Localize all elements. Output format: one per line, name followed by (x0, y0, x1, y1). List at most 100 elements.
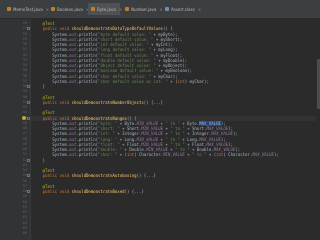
code-token: MAX_VALUE (206, 126, 229, 131)
file-type-icon (51, 7, 55, 11)
code-token: System. (33, 141, 70, 147)
code-token: shouldDemonstrateAutoboxing (71, 173, 137, 179)
code-token: System. (33, 126, 70, 131)
code-token: System. (33, 52, 70, 58)
code-token: + Double. (189, 147, 214, 152)
code-token: + Integer. (114, 131, 142, 137)
code-token: System. (33, 152, 70, 158)
code-token: public void (42, 189, 72, 194)
code-token: "boolean default value: " (98, 68, 159, 74)
fold-toggle-icon[interactable] (27, 100, 30, 104)
code-token: shouldDemonstrateDataTypeDefaultValues (71, 26, 164, 32)
code-token: ) Character. (134, 152, 164, 158)
file-type-icon (125, 7, 129, 11)
code-token: + Short. (184, 126, 207, 131)
code-token: } (33, 84, 46, 89)
code-token: + Double. (122, 147, 147, 152)
code-token: + myChar); (151, 73, 178, 79)
code-token: .println( (76, 68, 99, 74)
code-token: ); (228, 126, 233, 131)
code-token: "int: " (98, 131, 115, 137)
code-token: + myBoolean); (158, 68, 192, 74)
code-token: "char: " (98, 152, 118, 158)
code-token: " to " (165, 136, 180, 142)
code-token: shouldDemonstrateBoxed (71, 189, 125, 194)
code-token: () {...} (136, 173, 156, 179)
code-token: () { (163, 26, 173, 32)
code-token: ) myChar); (184, 78, 209, 84)
code-token: + myInt); (148, 42, 173, 47)
code-token: + myByte); (151, 31, 178, 37)
close-icon[interactable]: × (198, 7, 201, 12)
code-token: System. (33, 36, 70, 42)
tab-label: Byte.java (97, 6, 116, 12)
code-token: } (33, 157, 46, 163)
code-token: ); (232, 131, 238, 137)
code-token: "double: " (98, 147, 123, 152)
code-token: @Test (33, 183, 55, 189)
code-token: .println( (76, 47, 99, 53)
code-token: .println( (76, 126, 99, 131)
code-token: System. (33, 63, 70, 68)
code-token: + myObject); (155, 63, 188, 68)
fold-toggle-icon[interactable] (27, 190, 30, 193)
tab-number-java[interactable]: Number.java × (122, 3, 163, 15)
code-token: "float default value: " (98, 52, 154, 58)
code-token: + Float. (184, 141, 207, 147)
fold-toggle-icon[interactable] (27, 174, 30, 178)
code-token: ); (273, 152, 279, 158)
code-token: + ( (167, 78, 178, 84)
tab-boolean-java[interactable]: Boolean.java× (48, 3, 89, 15)
code-token: ) Character. (223, 152, 253, 158)
code-token: .println( (76, 120, 99, 126)
code-token: System. (33, 120, 70, 126)
code-token: "short default value: " (98, 36, 154, 42)
code-token: .println( (76, 42, 99, 47)
code-editor[interactable]: 2627282930313233343536373839404142434445… (0, 19, 320, 240)
code-area[interactable]: @Test public void shouldDemonstrateDataT… (31, 19, 320, 240)
code-token: + (184, 152, 193, 158)
code-token: "char default value as int: " (98, 78, 168, 84)
tab-memotest-java[interactable]: MemoTest.java × (4, 3, 49, 15)
code-token: "byte: " (98, 120, 118, 126)
code-token: "double default value: " (98, 57, 156, 63)
tab-label: Number.java (131, 6, 157, 12)
fold-toggle-icon[interactable] (27, 158, 30, 162)
tab-label: Boolean.java (57, 6, 83, 12)
tab-assert-class[interactable]: Assert.class × (162, 3, 201, 15)
fold-toggle-icon[interactable] (27, 27, 30, 31)
fold-toggle-icon[interactable] (27, 116, 30, 120)
fold-toggle-icon[interactable] (27, 85, 30, 88)
code-token: MIN_VALUE (141, 141, 164, 147)
code-token: + myDouble); (155, 57, 188, 63)
code-token: @Test (33, 110, 55, 116)
code-token: " to " (170, 141, 185, 147)
vertical-scrollbar[interactable] (316, 19, 320, 240)
code-token: () { (126, 115, 137, 121)
code-token: System. (33, 147, 70, 152)
code-token: + myLong); (151, 47, 178, 53)
code-token: shouldDemonstrateRanges (71, 115, 127, 121)
code-token: + Byte. (117, 120, 137, 126)
code-token: @Test (33, 21, 55, 26)
code-token: "char default value: " (98, 73, 152, 79)
line-number-gutter[interactable]: 2627282930313233343536373839404142434445… (0, 19, 31, 240)
code-token: public void (42, 26, 72, 32)
code-token: .println( (76, 78, 99, 84)
code-token: MAX_VALUE (252, 152, 274, 158)
code-token: " to " (175, 147, 190, 152)
code-token: System. (33, 42, 70, 47)
editor-tab-bar: MemoTest.java×Boolean.java×Byte.java×Num… (0, 0, 320, 19)
code-token: + myFloat); (153, 52, 183, 58)
code-line[interactable] (31, 231, 320, 236)
tab-byte-java[interactable]: Byte.java × (88, 3, 122, 15)
code-token: .println( (76, 147, 99, 152)
code-token: MAX_VALUE (199, 120, 221, 126)
code-token: "long default value: " (98, 47, 152, 53)
code-token: "Object default value: " (98, 63, 156, 68)
code-token: shouldDemonstrateNumberObjects (71, 99, 144, 105)
